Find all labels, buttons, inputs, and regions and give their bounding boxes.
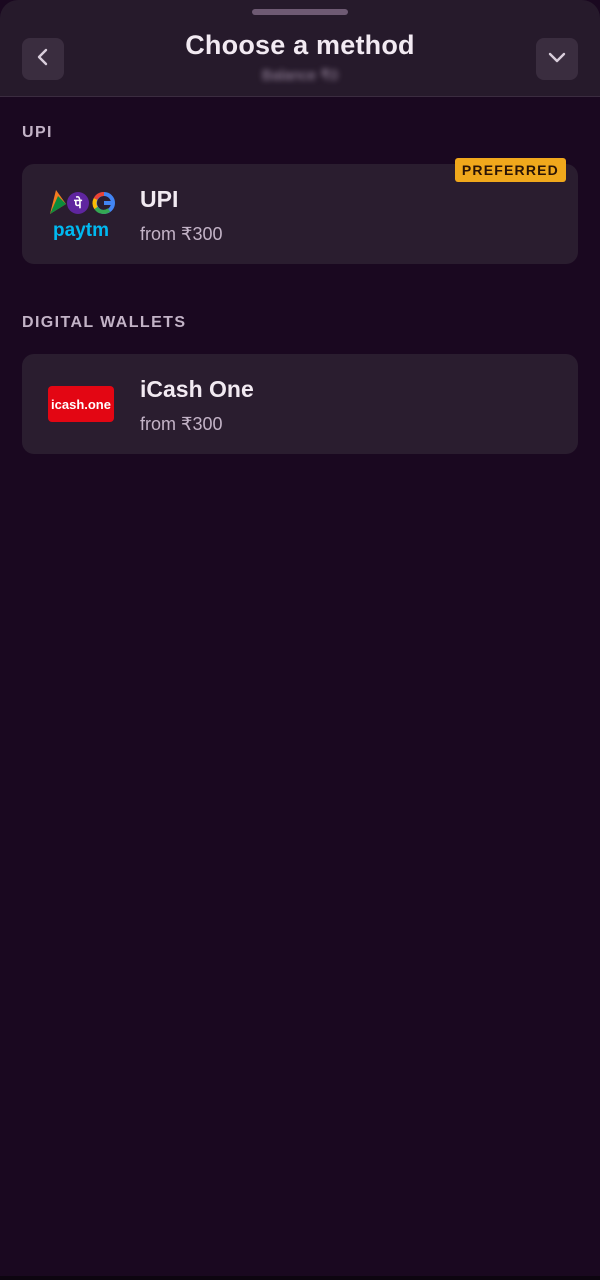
method-min-amount: from ₹300 [140, 414, 223, 434]
preferred-badge: PREFERRED [454, 158, 566, 182]
drag-handle[interactable] [252, 9, 348, 15]
icash-one-logo: icash.one [46, 376, 116, 432]
chevron-down-icon [547, 49, 567, 70]
collapse-button[interactable] [536, 38, 578, 80]
upi-apps-logo: पे paytm [46, 186, 116, 242]
method-min-amount: from ₹300 [140, 224, 223, 244]
method-name: iCash One [140, 376, 254, 402]
section-label-upi: UPI [22, 124, 53, 141]
svg-text:पे: पे [73, 196, 82, 212]
bottom-edge [0, 1276, 600, 1280]
icash-wordmark: icash.one [51, 397, 111, 412]
payment-method-icash-one[interactable]: icash.one iCash One from ₹300 [22, 354, 578, 454]
paytm-wordmark: paytm [53, 220, 109, 241]
payment-method-upi[interactable]: पे paytm UPI from ₹300 PREFERRED [22, 158, 578, 264]
balance-subtitle: Balance ₹0 [261, 67, 339, 84]
sheet-header: Choose a method Balance ₹0 [0, 0, 600, 97]
method-name: UPI [140, 186, 179, 212]
payment-method-sheet: Choose a method Balance ₹0 UPI पे paytm … [0, 0, 600, 1280]
section-label-digital-wallets: DIGITAL WALLETS [22, 314, 187, 331]
page-title: Choose a method [185, 30, 415, 60]
